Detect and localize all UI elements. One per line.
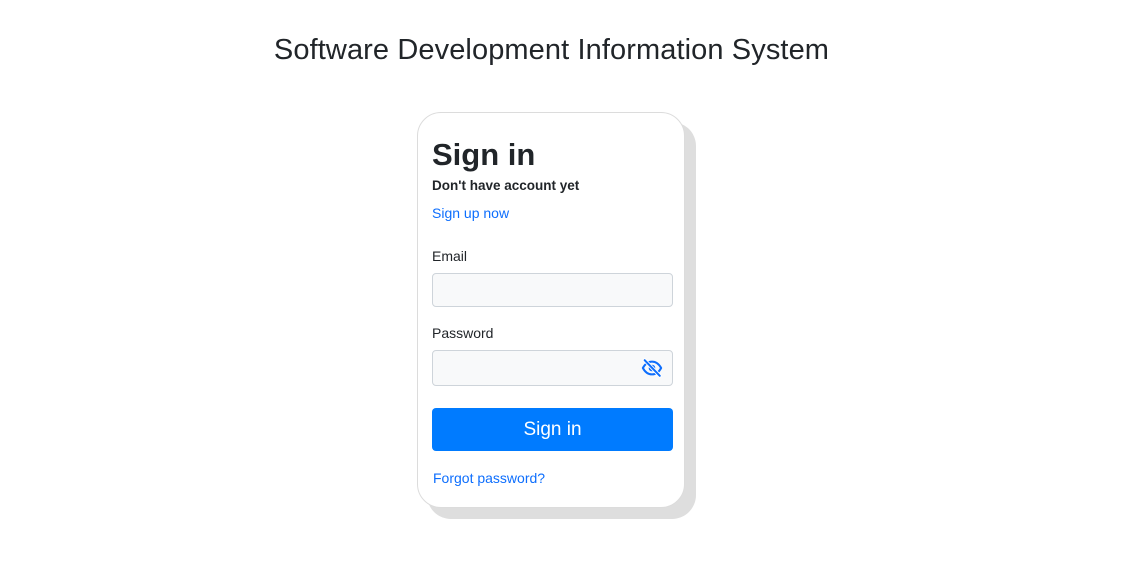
sign-up-link[interactable]: Sign up now — [432, 205, 509, 221]
no-account-text: Don't have account yet — [432, 178, 580, 193]
password-field-wrapper — [432, 350, 673, 386]
password-label: Password — [432, 325, 494, 341]
sign-in-heading: Sign in — [432, 137, 536, 172]
sign-in-button[interactable]: Sign in — [432, 408, 673, 451]
email-label: Email — [432, 248, 468, 264]
password-field[interactable] — [432, 350, 673, 386]
email-field[interactable] — [432, 273, 673, 307]
login-page: Software Development Information System … — [0, 0, 1141, 578]
login-card: Sign in Don't have account yet Sign up n… — [417, 112, 685, 508]
eye-slash-icon[interactable] — [641, 357, 663, 379]
page-title: Software Development Information System — [273, 34, 830, 66]
forgot-password-link[interactable]: Forgot password? — [433, 470, 545, 486]
